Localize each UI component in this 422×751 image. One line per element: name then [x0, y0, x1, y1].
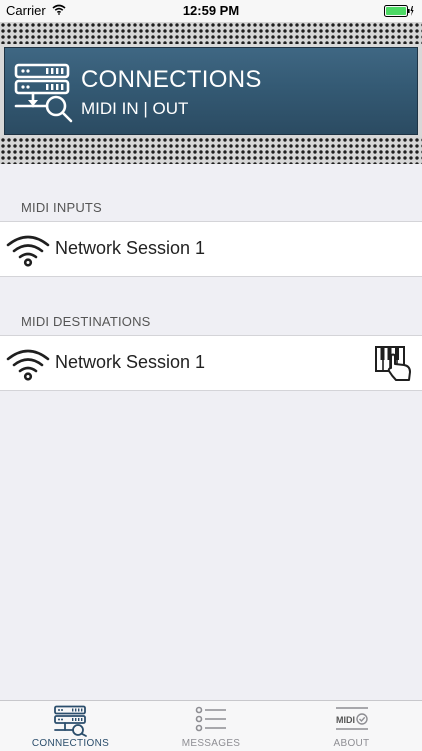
piano-keyboard-hand-icon[interactable]	[374, 344, 414, 384]
midi-input-name: Network Session 1	[55, 238, 206, 258]
connections-icon	[53, 705, 87, 737]
tab-connections-label: CONNECTIONS	[31, 738, 110, 749]
tab-bar: CONNECTIONS MESSAGES MIDI ABOUT	[0, 700, 422, 751]
network-wifi-icon	[6, 235, 50, 267]
midi-destination-row[interactable]: Network Session 1	[0, 335, 422, 391]
midi-badge-text: MIDI	[336, 715, 355, 725]
section-header-midi-inputs: MIDI INPUTS	[21, 200, 102, 215]
network-wifi-icon	[6, 349, 50, 381]
tab-about-label: ABOUT	[333, 738, 370, 749]
battery-icon	[384, 5, 414, 17]
midi-destination-name: Network Session 1	[55, 352, 206, 372]
connections-header-icon	[14, 63, 73, 123]
tab-messages-label: MESSAGES	[181, 738, 241, 749]
status-bar: Carrier 12:59 PM	[0, 0, 422, 22]
midi-input-row[interactable]: Network Session 1	[0, 221, 422, 277]
tab-messages[interactable]: MESSAGES	[141, 701, 281, 751]
page-subtitle: MIDI IN | OUT	[81, 99, 189, 118]
tab-about[interactable]: MIDI ABOUT	[281, 701, 422, 751]
page-title: CONNECTIONS	[81, 66, 262, 93]
status-time: 12:59 PM	[182, 3, 240, 18]
header-panel: CONNECTIONS MIDI IN | OUT	[4, 47, 418, 135]
midi-about-icon: MIDI	[335, 707, 368, 730]
perforated-grille-bottom	[0, 137, 422, 164]
messages-icon	[195, 706, 226, 732]
section-header-midi-destinations: MIDI DESTINATIONS	[21, 314, 151, 329]
perforated-grille-top	[0, 22, 422, 44]
header-band: CONNECTIONS MIDI IN | OUT	[0, 44, 422, 137]
tab-connections[interactable]: CONNECTIONS	[0, 701, 141, 751]
